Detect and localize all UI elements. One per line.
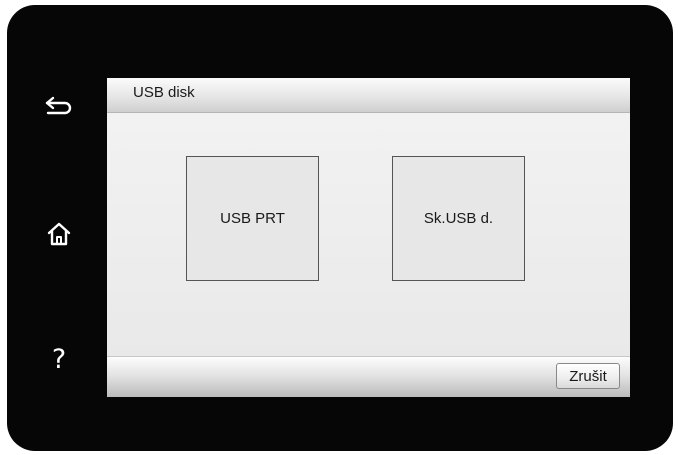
- title-bar: USB disk: [107, 78, 630, 113]
- home-button[interactable]: [41, 216, 77, 252]
- help-icon: ?: [51, 343, 67, 375]
- scan-to-usb-label: Sk.USB d.: [423, 210, 494, 227]
- scan-to-usb-tile[interactable]: Sk.USB d.: [392, 156, 525, 281]
- cancel-button[interactable]: Zrušit: [556, 363, 620, 389]
- touch-screen: USB disk USB PRT Sk.USB d. Zrušit: [107, 78, 630, 397]
- bottom-bar: Zrušit: [107, 356, 630, 397]
- home-icon: [46, 221, 72, 247]
- page-title: USB disk: [133, 84, 195, 101]
- usb-print-tile[interactable]: USB PRT: [186, 156, 319, 281]
- usb-print-label: USB PRT: [220, 210, 285, 227]
- content-area: USB PRT Sk.USB d.: [107, 113, 630, 356]
- back-button[interactable]: [41, 87, 77, 123]
- help-button[interactable]: ?: [41, 341, 77, 377]
- back-arrow-icon: [44, 93, 74, 117]
- printer-control-panel: ? USB disk USB PRT Sk.USB d. Zrušit: [7, 5, 673, 451]
